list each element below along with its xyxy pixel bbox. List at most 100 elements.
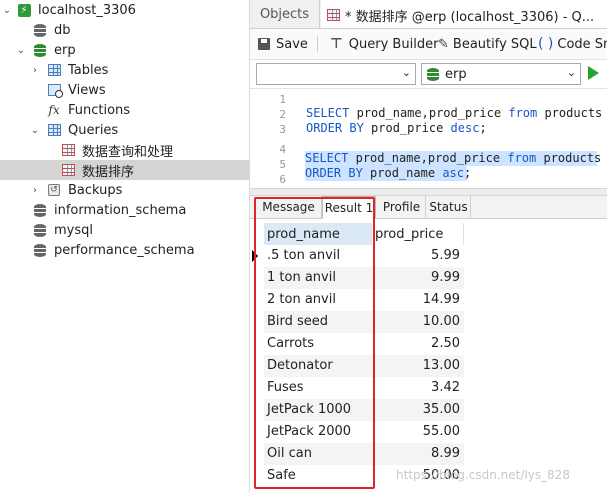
tree-query-item[interactable]: 数据查询和处理 (0, 140, 249, 160)
tree-db-performance-schema[interactable]: performance_schema (0, 240, 249, 260)
table-icon (46, 62, 62, 78)
cell-prod-name[interactable]: Carrots (267, 333, 314, 355)
cell-prod-price[interactable]: 10.00 (423, 311, 460, 333)
query-builder-icon: ⊤ (330, 36, 343, 52)
chevron-down-icon[interactable]: ⌄ (16, 43, 26, 57)
run-icon[interactable] (588, 66, 599, 80)
table-row[interactable]: .5 ton anvil 5.99 (252, 245, 464, 267)
cell-prod-price[interactable]: 3.42 (431, 377, 460, 399)
line-number: 1 (279, 93, 286, 106)
editor-tab-bar: Objects * 数据排序 @erp (localhost_3306) - Q… (250, 0, 607, 29)
cell-prod-name[interactable]: JetPack 1000 (267, 399, 351, 421)
code-snippet-label: Code Sn (557, 36, 607, 52)
tree-item-functions[interactable]: fx Functions (0, 100, 249, 120)
save-button[interactable]: Save (258, 29, 308, 59)
column-header-prod-name[interactable]: prod_name (264, 223, 372, 245)
database-select[interactable]: erp ⌄ (421, 63, 581, 85)
query-file-icon (60, 142, 76, 158)
line-number: 6 (279, 173, 286, 186)
tab-result-1[interactable]: Result 1 (322, 196, 376, 219)
chevron-right-icon[interactable]: › (30, 63, 40, 77)
cell-prod-price[interactable]: 9.99 (431, 267, 460, 289)
cell-prod-price[interactable]: 13.00 (423, 355, 460, 377)
cell-prod-name[interactable]: Oil can (267, 443, 312, 465)
cell-prod-price[interactable]: 35.00 (423, 399, 460, 421)
tree-item-queries[interactable]: ⌄ Queries (0, 120, 249, 140)
cell-prod-price[interactable]: 14.99 (423, 289, 460, 311)
tree-item-label: Queries (68, 122, 119, 138)
cell-prod-price[interactable]: 8.99 (431, 443, 460, 465)
tree-db-mysql[interactable]: mysql (0, 220, 249, 240)
tab-objects[interactable]: Objects (250, 0, 320, 28)
tree-item-views[interactable]: Views (0, 80, 249, 100)
table-row[interactable]: Fuses 3.42 (264, 377, 464, 399)
query-label: 数据排序 (82, 164, 135, 180)
query-builder-label: Query Builder (348, 36, 439, 52)
tree-item-label: Functions (68, 102, 131, 118)
cell-prod-name[interactable]: JetPack 2000 (267, 421, 351, 443)
tab-query[interactable]: * 数据排序 @erp (localhost_3306) - Q... (321, 0, 607, 28)
chevron-right-icon[interactable]: › (30, 183, 40, 197)
database-icon (32, 202, 48, 218)
cell-prod-name[interactable]: Safe (267, 465, 296, 487)
tab-profile[interactable]: Profile (378, 196, 426, 218)
line-number: 2 (279, 108, 286, 121)
cell-prod-name[interactable]: .5 ton anvil (267, 245, 340, 267)
code-line: SELECT prod_name,prod_price from product… (306, 106, 603, 120)
tree-item-backups[interactable]: › ↺ Backups (0, 180, 249, 200)
cell-prod-price[interactable]: 2.50 (431, 333, 460, 355)
table-row[interactable]: 1 ton anvil 9.99 (264, 267, 464, 289)
result-tabs: Message Result 1 Profile Status (250, 196, 607, 219)
tree-item-label: Tables (68, 62, 109, 78)
database-label: erp (54, 42, 76, 58)
table-row[interactable]: Carrots 2.50 (264, 333, 464, 355)
code-line-selected: SELECT prod_name,prod_price from product… (305, 151, 602, 166)
cell-prod-name[interactable]: Detonator (267, 355, 333, 377)
tree-item-tables[interactable]: › Tables (0, 60, 249, 80)
cell-prod-name[interactable]: 2 ton anvil (267, 289, 336, 311)
navigation-tree: ⌄ ⚡ localhost_3306 db ⌄ erp › Tables Vie… (0, 0, 250, 492)
tab-query-label: * 数据排序 @erp (localhost_3306) - Q... (345, 9, 595, 25)
database-label: performance_schema (54, 242, 195, 258)
connection-select[interactable]: ⌄ (256, 63, 416, 85)
backup-icon: ↺ (46, 182, 62, 198)
function-icon: fx (48, 103, 60, 117)
tree-query-item-selected[interactable]: 数据排序 (0, 160, 249, 180)
beautify-sql-button[interactable]: ✎ Beautify SQL (438, 29, 537, 59)
cell-prod-price[interactable]: 5.99 (431, 245, 460, 267)
splitter[interactable] (250, 188, 607, 196)
selector-row: ⌄ erp ⌄ (250, 60, 607, 89)
cell-prod-price[interactable]: 55.00 (423, 421, 460, 443)
tab-status[interactable]: Status (427, 196, 471, 218)
database-select-value: erp (445, 66, 467, 82)
table-row[interactable]: JetPack 2000 55.00 (264, 421, 464, 443)
tree-db-db[interactable]: db (0, 20, 249, 40)
database-icon (32, 22, 48, 38)
database-label: db (54, 22, 71, 38)
code-line-selected: ORDER BY prod_name asc; (305, 166, 472, 181)
save-icon (258, 38, 270, 50)
chevron-down-icon[interactable]: ⌄ (2, 3, 12, 17)
tab-message[interactable]: Message (256, 196, 322, 218)
chevron-down-icon[interactable]: ⌄ (30, 123, 40, 137)
cell-prod-name[interactable]: 1 ton anvil (267, 267, 336, 289)
table-row[interactable]: Detonator 13.00 (264, 355, 464, 377)
table-row[interactable]: 2 ton anvil 14.99 (264, 289, 464, 311)
code-snippet-button[interactable]: ( ) Code Sn (538, 29, 607, 59)
column-header-prod-price[interactable]: prod_price (372, 223, 464, 245)
query-toolbar: Save ⊤ Query Builder ✎ Beautify SQL ( ) … (250, 29, 607, 60)
table-row[interactable]: Bird seed 10.00 (264, 311, 464, 333)
table-row[interactable]: Oil can 8.99 (264, 443, 464, 465)
tree-connection[interactable]: ⌄ ⚡ localhost_3306 (0, 0, 249, 20)
cell-prod-name[interactable]: Fuses (267, 377, 304, 399)
query-builder-button[interactable]: ⊤ Query Builder (330, 29, 438, 59)
cell-prod-name[interactable]: Bird seed (267, 311, 328, 333)
sql-editor[interactable]: 1 2 3 4 5 6 SELECT prod_name,prod_price … (250, 89, 607, 188)
table-row[interactable]: JetPack 1000 35.00 (264, 399, 464, 421)
tree-db-information-schema[interactable]: information_schema (0, 200, 249, 220)
toolbar-divider (317, 36, 318, 52)
tree-item-label: Views (68, 82, 106, 98)
current-row-marker-icon (252, 250, 258, 262)
tree-db-erp[interactable]: ⌄ erp (0, 40, 249, 60)
tree-item-label: Backups (68, 182, 123, 198)
